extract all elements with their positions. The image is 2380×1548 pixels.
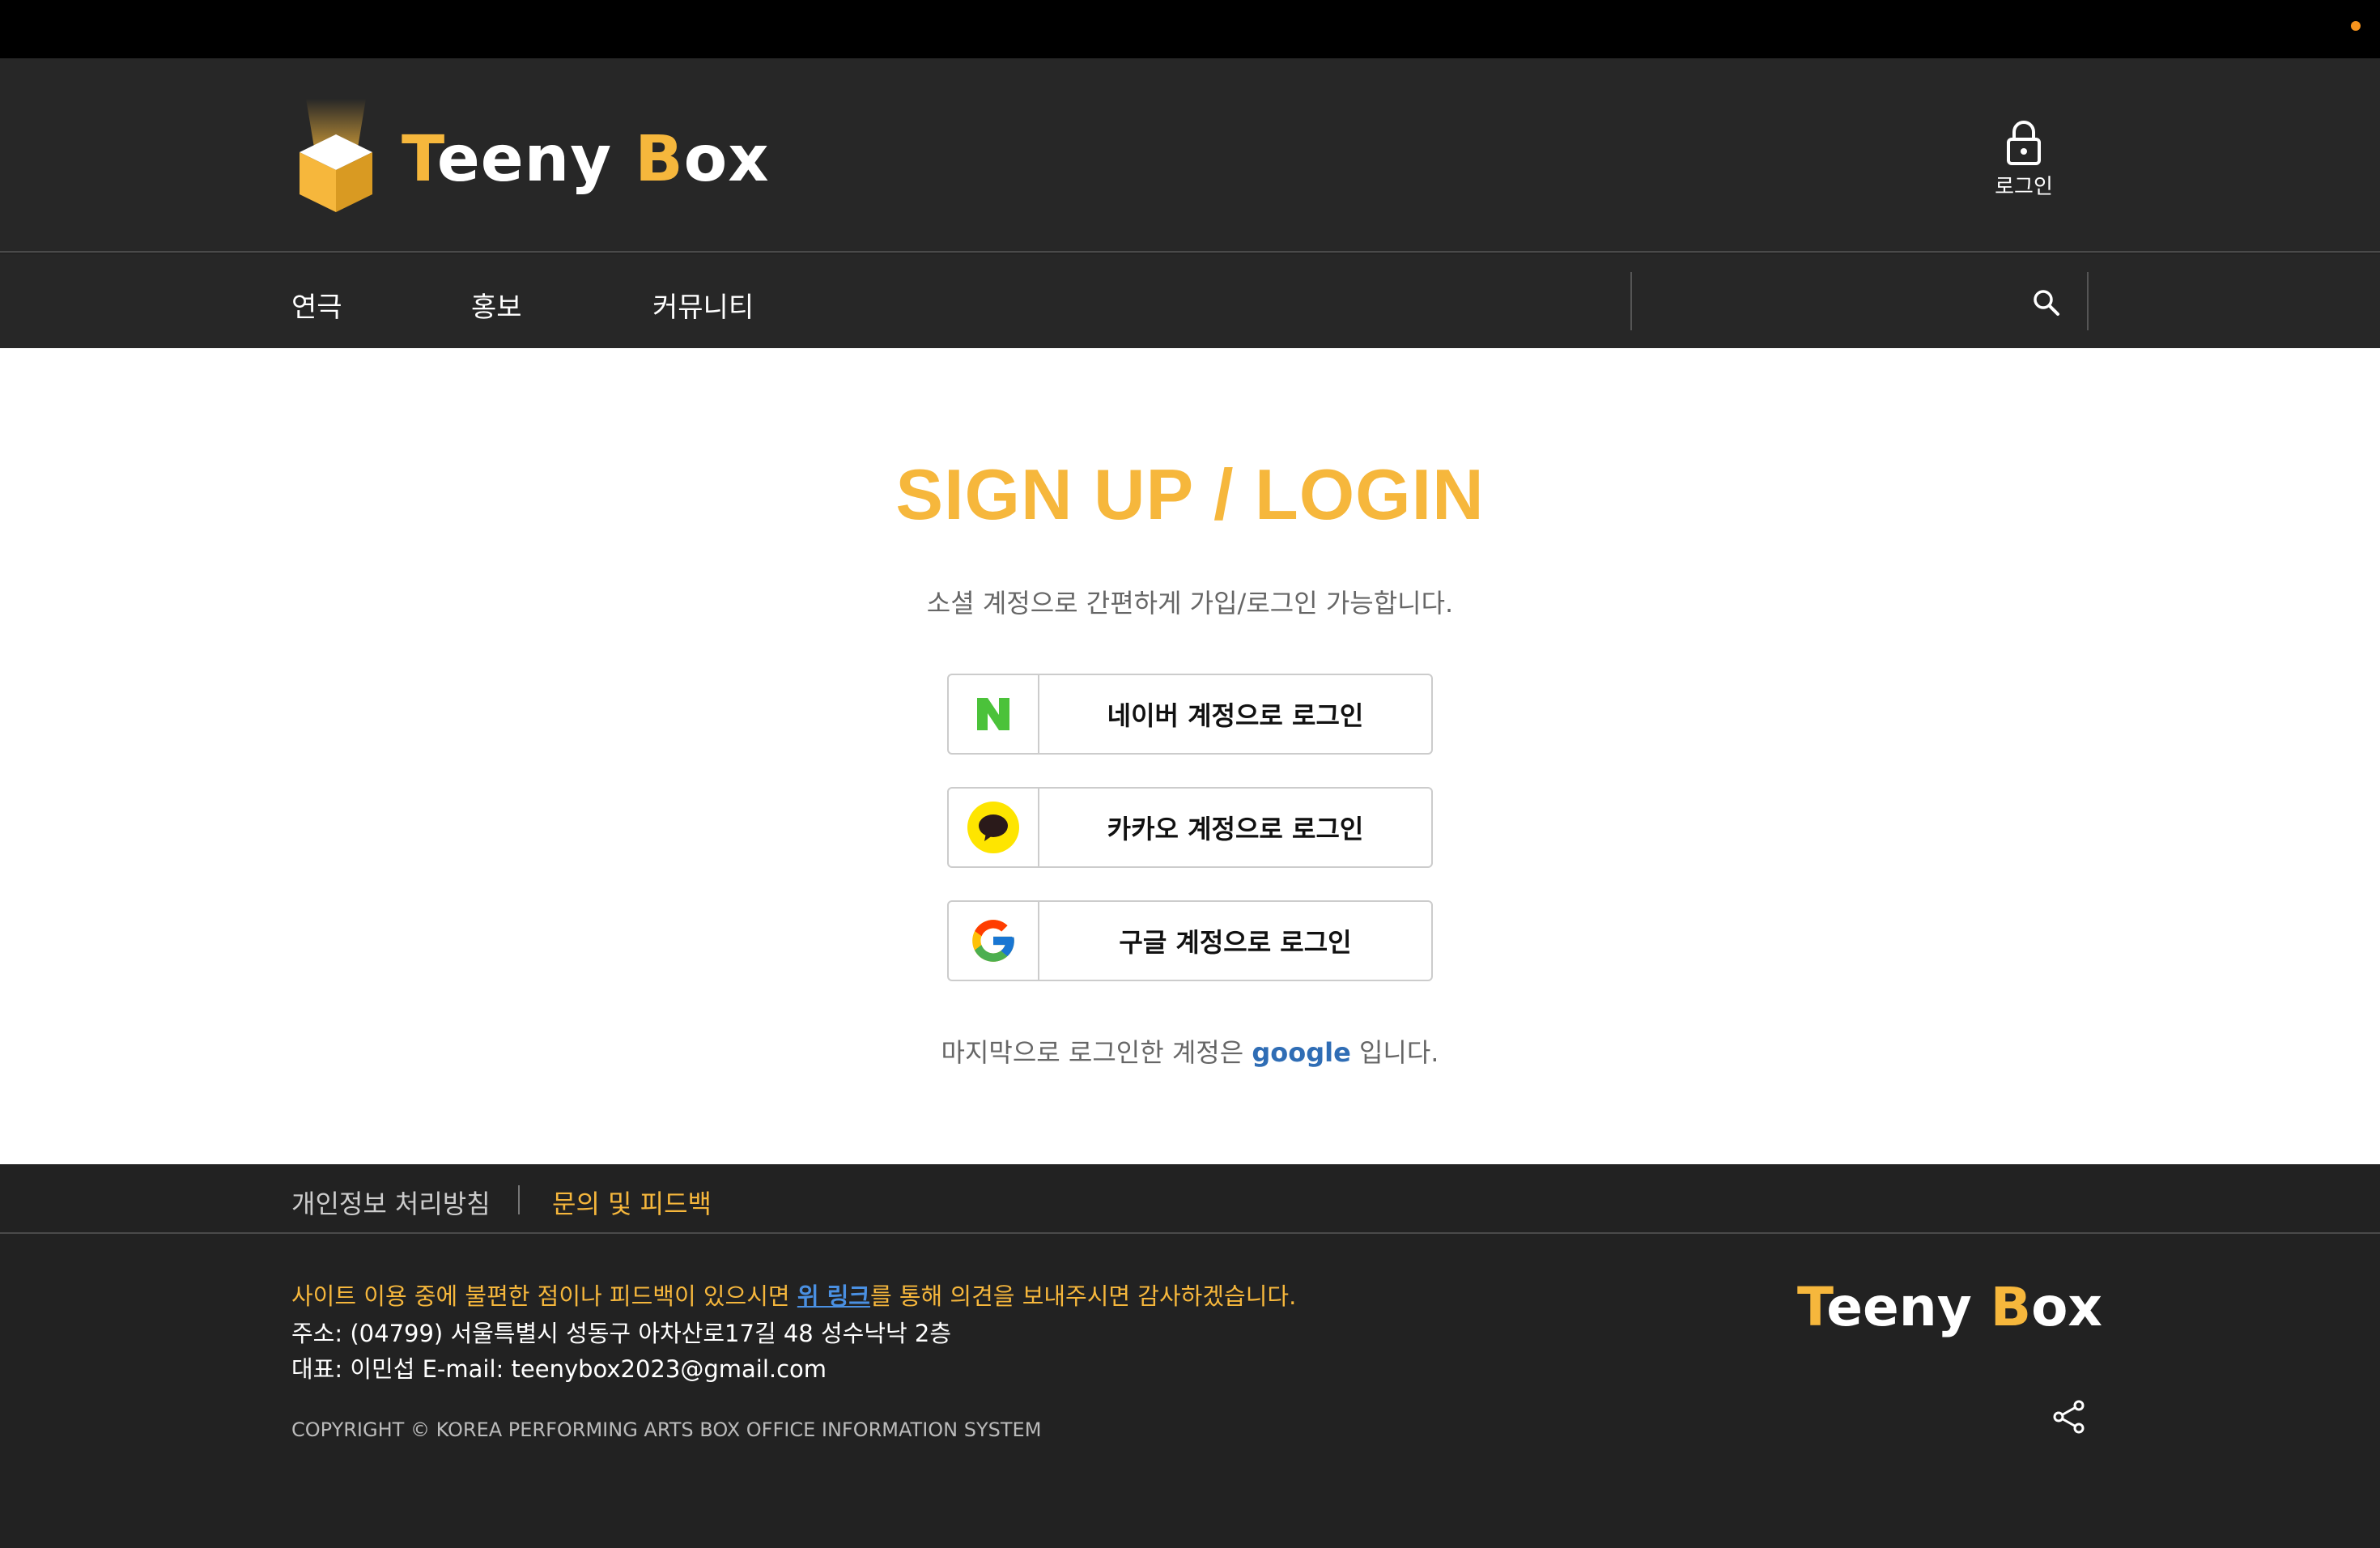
- lock-icon: [2007, 121, 2041, 165]
- page-title: SIGN UP / LOGIN: [895, 454, 1485, 534]
- nav-item-promotion[interactable]: 홍보: [471, 285, 522, 325]
- privacy-policy-link[interactable]: 개인정보 처리방침: [291, 1184, 491, 1221]
- nav-item-community[interactable]: 커뮤니티: [652, 285, 754, 325]
- login-label: 로그인: [1995, 175, 2053, 199]
- last-login-provider: google: [1252, 1037, 1351, 1068]
- kakao-icon: [949, 789, 1039, 866]
- google-login-button[interactable]: 구글 계정으로 로그인: [947, 900, 1433, 981]
- last-login-suffix: 입니다.: [1358, 1037, 1439, 1068]
- share-icon: [2053, 1400, 2085, 1434]
- nav-item-play[interactable]: 연극: [291, 285, 342, 325]
- footer-copyright: COPYRIGHT © KOREA PERFORMING ARTS BOX OF…: [291, 1418, 1042, 1441]
- logo-text: Teeny Box: [402, 123, 770, 196]
- kakao-login-button[interactable]: 카카오 계정으로 로그인: [947, 787, 1433, 868]
- main-nav: 연극 홍보 커뮤니티: [0, 254, 2380, 348]
- site-logo[interactable]: Teeny Box: [291, 99, 770, 220]
- feedback-message: 사이트 이용 중에 불편한 점이나 피드백이 있으시면 위 링크를 통해 의견을…: [291, 1282, 1297, 1310]
- footer-links: 개인정보 처리방침 문의 및 피드백: [0, 1164, 2380, 1234]
- feedback-link[interactable]: 문의 및 피드백: [552, 1184, 712, 1221]
- page-subtitle: 소셜 계정으로 간편하게 가입/로그인 가능합니다.: [926, 588, 1454, 619]
- last-login-notice: 마지막으로 로그인한 계정은 google 입니다.: [0, 1032, 2380, 1070]
- footer-contact: 대표: 이민섭 E-mail: teenybox2023@gmail.com: [291, 1355, 827, 1383]
- naver-icon: [949, 675, 1039, 753]
- google-icon: [949, 902, 1039, 980]
- top-bar: [0, 0, 2380, 58]
- share-button[interactable]: [2051, 1399, 2087, 1435]
- footer-logo: Teeny Box: [1797, 1276, 2103, 1338]
- box-logo-icon: [291, 99, 380, 220]
- footer-address: 주소: (04799) 서울특별시 성동구 아차산로17길 48 성수낙낙 2층: [291, 1320, 952, 1347]
- search-divider-right: [2087, 272, 2089, 330]
- search-icon: [2034, 290, 2059, 316]
- search-button[interactable]: [2032, 288, 2061, 317]
- naver-login-label: 네이버 계정으로 로그인: [1107, 700, 1364, 731]
- last-login-prefix: 마지막으로 로그인한 계정은: [941, 1037, 1244, 1068]
- feedback-inline-link[interactable]: 위 링크: [797, 1282, 870, 1310]
- google-login-label: 구글 계정으로 로그인: [1119, 927, 1352, 958]
- search-divider-left: [1630, 272, 1632, 330]
- site-footer: 사이트 이용 중에 불편한 점이나 피드백이 있으시면 위 링크를 통해 의견을…: [0, 1235, 2380, 1548]
- site-header: Teeny Box 로그인: [0, 58, 2380, 253]
- login-link[interactable]: 로그인: [1975, 120, 2072, 200]
- login-main: SIGN UP / LOGIN 소셜 계정으로 간편하게 가입/로그인 가능합니…: [0, 348, 2380, 1164]
- footer-link-separator: [518, 1185, 520, 1214]
- status-dot: [2351, 21, 2361, 31]
- kakao-login-label: 카카오 계정으로 로그인: [1107, 814, 1364, 844]
- naver-login-button[interactable]: 네이버 계정으로 로그인: [947, 674, 1433, 755]
